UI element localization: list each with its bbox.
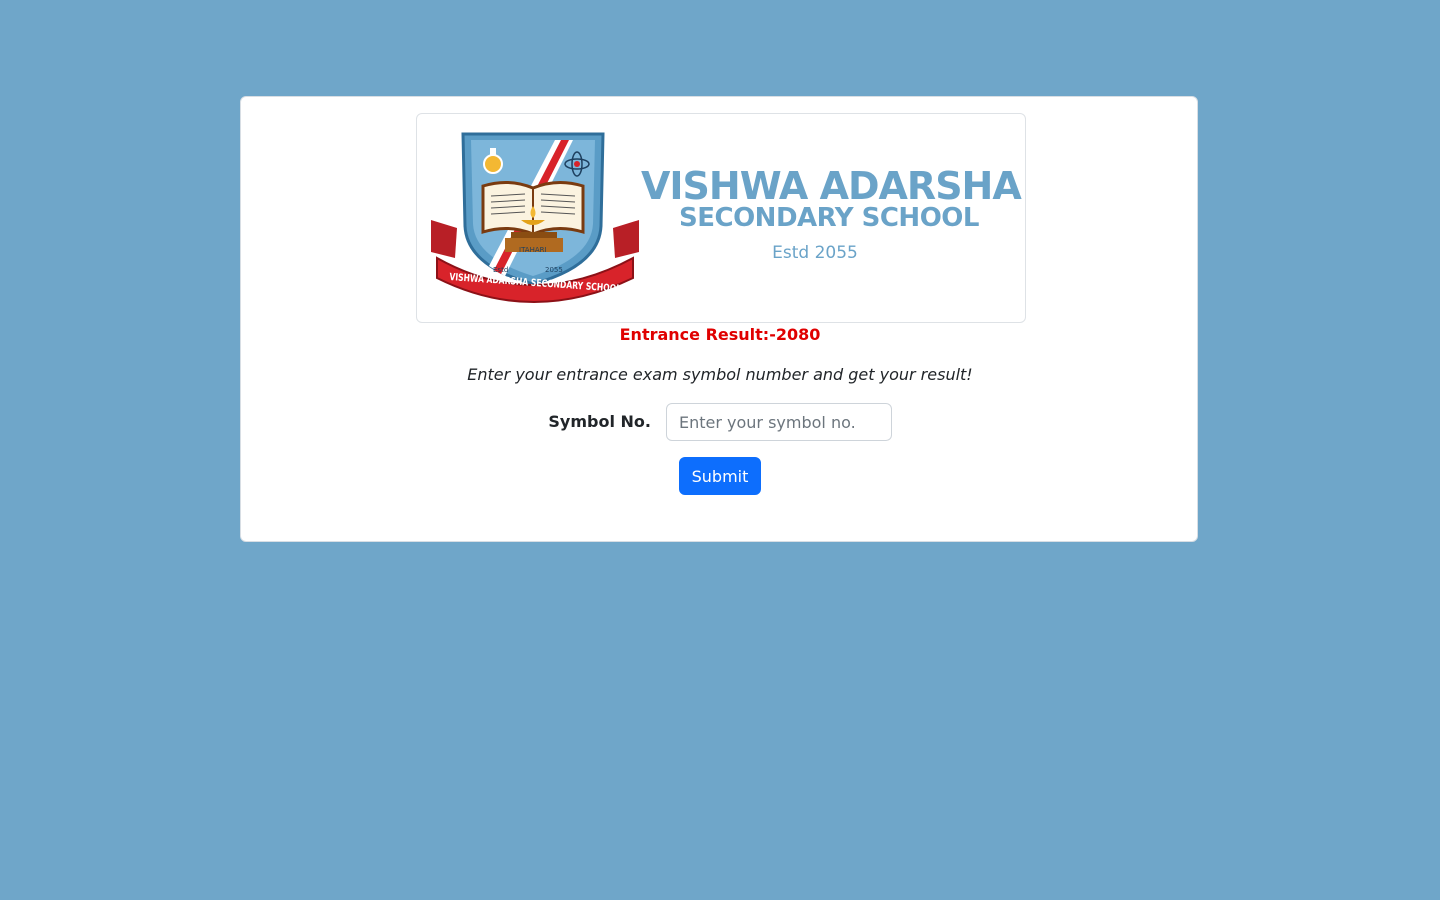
school-crest-logo: ITAHARI Estd 2055 VISHWA ADARSHA SECONDA…: [431, 132, 639, 303]
symbol-input[interactable]: [666, 403, 892, 441]
instruction-text: Enter your entrance exam symbol number a…: [467, 365, 973, 384]
school-subtitle: SECONDARY SCHOOL: [679, 203, 979, 233]
result-title: Entrance Result:-2080: [619, 325, 821, 344]
school-established: Estd 2055: [772, 243, 858, 263]
symbol-label: Symbol No.: [548, 412, 651, 431]
crest-estd-year: 2055: [545, 266, 563, 274]
submit-button[interactable]: Submit: [679, 457, 761, 495]
result-card: ITAHARI Estd 2055 VISHWA ADARSHA SECONDA…: [240, 96, 1198, 542]
school-banner: ITAHARI Estd 2055 VISHWA ADARSHA SECONDA…: [416, 113, 1026, 323]
crest-estd-label: Estd: [493, 266, 508, 274]
crest-city-text: ITAHARI: [519, 246, 547, 254]
